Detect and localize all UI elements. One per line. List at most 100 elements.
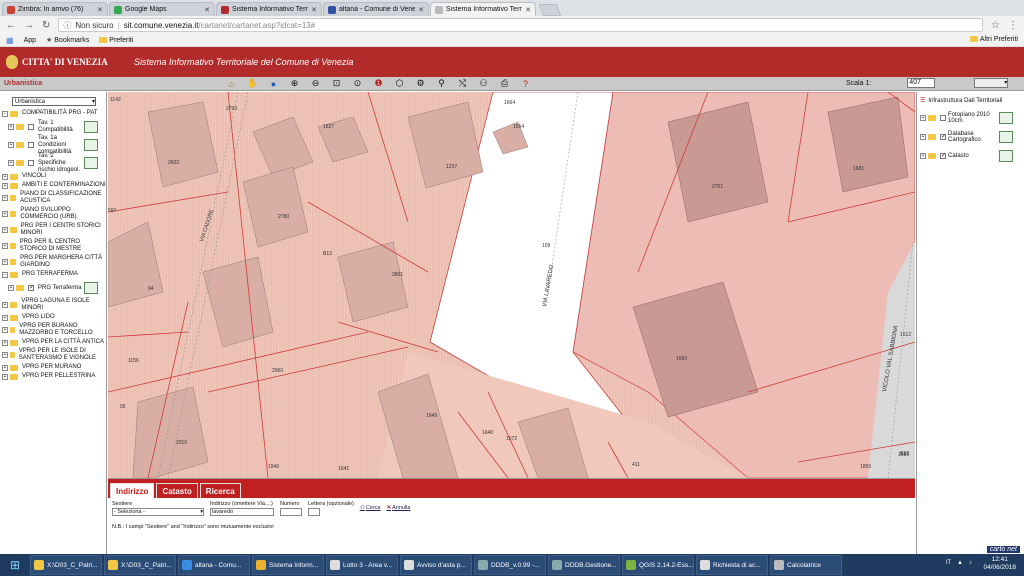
taskbar-item[interactable]: Avviso d'asta p...	[400, 555, 472, 575]
expand-icon[interactable]: +	[2, 227, 8, 233]
expand-icon[interactable]: +	[2, 327, 8, 333]
legend-icon[interactable]	[999, 149, 1013, 162]
layer-group-select[interactable]: Urbanistica ▾	[12, 97, 96, 106]
tree-node[interactable]: + PRG PER I CENTRI STORICI MINORI	[0, 222, 106, 238]
tree-node[interactable]: + AMBITI E CONTERMINAZIONI	[0, 181, 106, 190]
expand-icon[interactable]: +	[2, 173, 8, 180]
tree-node[interactable]: + PRG PER MARGHERA CITTÀ GIARDINO	[0, 254, 106, 270]
legend-icon[interactable]	[84, 121, 98, 133]
binoculars-icon[interactable]: ⚇	[478, 78, 489, 89]
layer-checkbox[interactable]	[28, 160, 34, 166]
lettera-input[interactable]	[308, 508, 320, 516]
tree-node[interactable]: − COMPATIBILITÀ PRG - PAT	[0, 109, 106, 118]
taskbar-item[interactable]: Sistema Inform...	[252, 555, 324, 575]
layer-item[interactable]: + Tav. 2 Specifiche rischio idrogeol.	[0, 153, 106, 173]
tree-node[interactable]: + VPRG PER PELLESTRINA	[0, 372, 106, 381]
expand-icon[interactable]: +	[8, 142, 14, 148]
scale-input[interactable]: 407	[907, 78, 936, 88]
globe-icon[interactable]: ●	[268, 78, 279, 89]
bookmark-preferiti[interactable]: Preferiti	[99, 37, 133, 44]
legend-icon[interactable]	[999, 130, 1013, 143]
close-tab-icon[interactable]: ✕	[418, 6, 424, 14]
layer-checkbox[interactable]	[28, 142, 34, 148]
layer-checkbox[interactable]	[28, 124, 34, 130]
legend-icon[interactable]	[84, 157, 98, 169]
numero-input[interactable]	[280, 508, 302, 516]
taskbar-item[interactable]: altana - Comu...	[178, 555, 250, 575]
volume-icon[interactable]: ♪	[969, 560, 972, 566]
browser-tab[interactable]: Zimbra: In arrivo (76) ✕	[2, 2, 108, 16]
home-icon[interactable]: ⌂	[226, 78, 237, 89]
taskbar-item[interactable]: Calcolatrice	[770, 555, 842, 575]
browser-tab[interactable]: Google Maps ✕	[109, 2, 215, 16]
annulla-button[interactable]: ✕ Annulla	[386, 505, 410, 511]
layer-item[interactable]: + ✓ Catasto	[917, 146, 1024, 165]
taskbar-item[interactable]: DDDB.Gestione...	[548, 555, 620, 575]
expand-icon[interactable]: +	[2, 364, 8, 371]
measure-area-icon[interactable]: ⬡	[394, 78, 405, 89]
tree-node[interactable]: + VPRG PER LE ISOLE DI SANT'ERASMO E VIGN…	[0, 347, 106, 363]
tree-node[interactable]: + PIANO DI CLASSIFICAZIONE ACUSTICA	[0, 190, 106, 206]
cerca-button[interactable]: ⚇ Cerca	[360, 505, 381, 511]
info-icon[interactable]: ❶	[373, 78, 384, 89]
scale-select[interactable]: ▾	[974, 78, 1009, 88]
expand-icon[interactable]: +	[8, 160, 14, 166]
taskbar-item[interactable]: Lotto 3 - Area v...	[326, 555, 398, 575]
expand-icon[interactable]: +	[920, 152, 926, 159]
apps-icon[interactable]: ▦	[6, 36, 14, 45]
windows-start-icon[interactable]: ⊞	[0, 554, 30, 576]
tree-node[interactable]: + PIANO SVILUPPO COMMERCIO (URB)	[0, 206, 106, 222]
taskbar-item[interactable]: X:\D03_C_Patri...	[104, 555, 176, 575]
clock[interactable]: 12:41 04/06/2018	[983, 556, 1016, 572]
browser-tab-active[interactable]: Sistema Informativo Terr ✕	[430, 2, 536, 16]
network-icon[interactable]: ▲	[957, 560, 963, 566]
tree-node[interactable]: − PRG TERRAFERMA	[0, 270, 106, 279]
expand-icon[interactable]: +	[920, 133, 926, 140]
pan-hand-icon[interactable]: ✋	[247, 78, 258, 89]
expand-icon[interactable]: +	[2, 243, 8, 249]
back-icon[interactable]: ←	[6, 20, 16, 31]
expand-icon[interactable]: +	[2, 302, 8, 308]
tab-indirizzo[interactable]: Indirizzo	[110, 483, 155, 498]
other-bookmarks[interactable]: Altri Preferiti	[969, 36, 1018, 43]
expand-icon[interactable]: +	[2, 211, 8, 217]
expand-icon[interactable]: +	[920, 114, 926, 121]
taskbar-item[interactable]: Richiesta di ac...	[696, 555, 768, 575]
tab-catasto[interactable]: Catasto	[156, 483, 198, 498]
collapse-icon[interactable]: −	[2, 271, 8, 278]
tree-node[interactable]: + VPRG LAGUNA E ISOLE MINORI	[0, 297, 106, 313]
zoom-full-icon[interactable]: ⊙	[352, 78, 363, 89]
expand-icon[interactable]: +	[2, 259, 8, 265]
route-icon[interactable]: ⤭	[457, 78, 468, 89]
taskbar-item[interactable]: X:\D03_C_Patri...	[30, 555, 102, 575]
cadastral-map[interactable]: 1142 2793 1664 1654 2602 2701 1681 2780 …	[108, 92, 915, 478]
expand-icon[interactable]: +	[8, 124, 14, 130]
new-tab-button[interactable]	[538, 4, 562, 16]
zoom-box-icon[interactable]: ⊡	[331, 78, 342, 89]
close-tab-icon[interactable]: ✕	[525, 6, 531, 14]
tree-node[interactable]: + PRG PER IL CENTRO STORICO DI MESTRE	[0, 238, 106, 254]
layer-checkbox-checked[interactable]: ✓	[940, 133, 946, 140]
layer-item[interactable]: + Fotopiano 2010 10cm	[917, 108, 1024, 127]
zoom-out-icon[interactable]: ⊖	[310, 78, 321, 89]
url-field[interactable]: ⓘ Non sicuro | sit.comune.venezia.it/car…	[58, 18, 984, 32]
layer-item[interactable]: + ✓ Database Cartografico	[917, 127, 1024, 146]
close-tab-icon[interactable]: ✕	[204, 6, 210, 14]
expand-icon[interactable]: +	[2, 339, 8, 346]
browser-tab[interactable]: Sistema Informativo Terr ✕	[216, 2, 322, 16]
star-icon[interactable]: ☆	[991, 20, 1000, 31]
expand-icon[interactable]: +	[2, 314, 8, 321]
close-tab-icon[interactable]: ✕	[97, 6, 103, 14]
browser-tab[interactable]: altana - Comune di Vene ✕	[323, 2, 429, 16]
collapse-icon[interactable]: −	[2, 110, 8, 117]
expand-icon[interactable]: +	[2, 352, 8, 358]
expand-icon[interactable]: +	[2, 195, 8, 201]
taskbar-item[interactable]: DDDB_v.0.99 -...	[474, 555, 546, 575]
sestiere-select[interactable]: - Seleziona - ▾	[112, 508, 204, 516]
layer-checkbox-checked[interactable]: ✓	[28, 285, 34, 291]
bookmark-bookmarks[interactable]: ★ Bookmarks	[46, 36, 89, 44]
layer-item[interactable]: + ✓ PRG Terraferma	[0, 279, 106, 297]
forward-icon[interactable]: →	[24, 20, 34, 31]
legend-icon[interactable]	[84, 282, 98, 294]
expand-icon[interactable]: +	[2, 182, 8, 189]
